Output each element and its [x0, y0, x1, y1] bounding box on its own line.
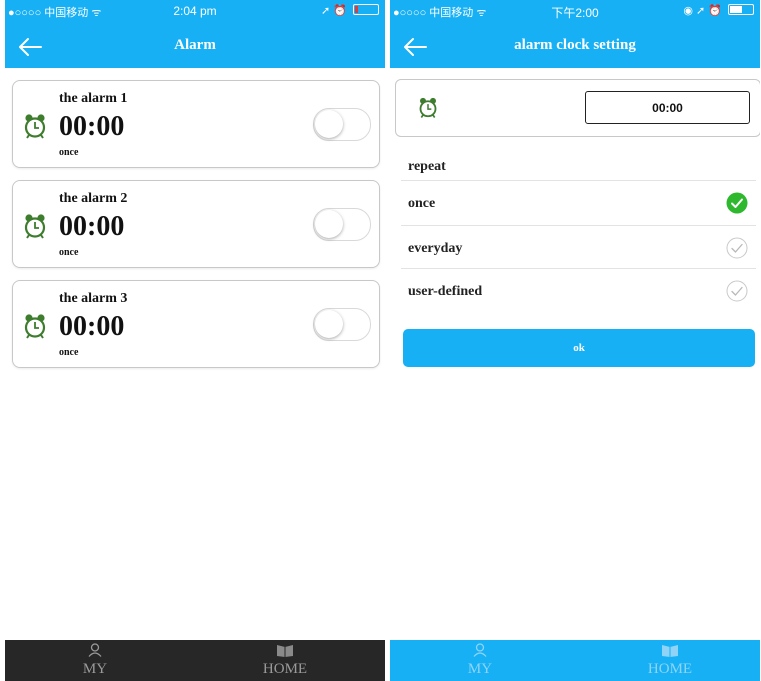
alarm-list-screen: ●○○○○ 中国移动 ᯤ 2:04 pm ➚ ⏰ Alarm the alarm… — [5, 0, 385, 681]
time-input[interactable]: 00:00 — [585, 91, 750, 124]
status-bar: ●○○○○ 中国移动 ᯤ 2:04 pm ➚ ⏰ — [5, 0, 385, 20]
alarm-repeat: once — [59, 347, 79, 358]
alarm-time: 00:00 — [59, 311, 125, 342]
alarm-name: the alarm 3 — [59, 291, 128, 306]
status-icons: ➚ ⏰ — [321, 4, 379, 17]
alarm-repeat: once — [59, 247, 79, 258]
toggle-knob — [315, 210, 343, 238]
alarm-time: 00:00 — [59, 211, 125, 242]
alarm-clock-icon — [24, 314, 46, 339]
tab-home-label: HOME — [647, 661, 693, 677]
alarm-card-3[interactable]: the alarm 3 00:00 once — [12, 280, 380, 368]
tab-bar: MY HOME — [390, 640, 760, 681]
checkmark-icon — [726, 280, 748, 302]
alarm-setting-screen: ●○○○○ 中国移动 ᯤ 下午2:00 ◉ ➚ ⏰ alarm clock se… — [390, 0, 760, 681]
alarm-toggle[interactable] — [313, 108, 371, 141]
page-title: alarm clock setting — [514, 37, 636, 53]
alarm-clock-icon — [24, 214, 46, 239]
time-picker-row: 00:00 — [395, 79, 760, 137]
ok-button[interactable]: ok — [403, 329, 755, 367]
alarm-toggle[interactable] — [313, 208, 371, 241]
tab-my-label: MY — [82, 661, 108, 677]
checkmark-icon — [726, 192, 748, 214]
tab-bar: MY HOME — [5, 640, 385, 681]
battery-icon — [353, 4, 379, 15]
tab-my[interactable]: MY — [25, 640, 165, 681]
alarm-card-1[interactable]: the alarm 1 00:00 once — [12, 80, 380, 168]
option-everyday[interactable]: everyday — [401, 225, 756, 270]
alarm-clock-icon — [419, 97, 437, 118]
battery-icon — [728, 4, 754, 15]
book-icon — [662, 645, 678, 657]
alarm-time: 00:00 — [59, 111, 125, 142]
toggle-knob — [315, 110, 343, 138]
status-right-icons: ➚ ⏰ — [320, 5, 347, 17]
status-bar: ●○○○○ 中国移动 ᯤ 下午2:00 ◉ ➚ ⏰ — [390, 0, 760, 20]
tab-home[interactable]: HOME — [600, 640, 740, 681]
toggle-knob — [315, 310, 343, 338]
alarm-name: the alarm 1 — [59, 91, 128, 106]
header-bar: ●○○○○ 中国移动 ᯤ 2:04 pm ➚ ⏰ Alarm — [5, 0, 385, 68]
alarm-card-2[interactable]: the alarm 2 00:00 once — [12, 180, 380, 268]
status-icons: ◉ ➚ ⏰ — [683, 4, 754, 17]
option-user-defined[interactable]: user-defined — [401, 268, 756, 313]
alarm-clock-icon — [24, 114, 46, 139]
tab-my[interactable]: MY — [410, 640, 550, 681]
option-label: once — [408, 196, 436, 211]
alarm-toggle[interactable] — [313, 308, 371, 341]
tab-my-label: MY — [467, 661, 493, 677]
person-icon — [88, 643, 102, 657]
alarm-repeat: once — [59, 147, 79, 158]
option-once[interactable]: once — [401, 180, 756, 225]
option-label: user-defined — [408, 284, 483, 299]
person-icon — [473, 643, 487, 657]
header-bar: ●○○○○ 中国移动 ᯤ 下午2:00 ◉ ➚ ⏰ alarm clock se… — [390, 0, 760, 68]
tab-home[interactable]: HOME — [215, 640, 355, 681]
checkmark-icon — [726, 237, 748, 259]
option-label: everyday — [408, 241, 463, 256]
repeat-heading: repeat — [408, 159, 446, 174]
page-title: Alarm — [174, 37, 216, 53]
status-right-icons: ◉ ➚ ⏰ — [683, 5, 722, 17]
alarm-name: the alarm 2 — [59, 191, 128, 206]
tab-home-label: HOME — [262, 661, 308, 677]
book-icon — [277, 645, 293, 657]
